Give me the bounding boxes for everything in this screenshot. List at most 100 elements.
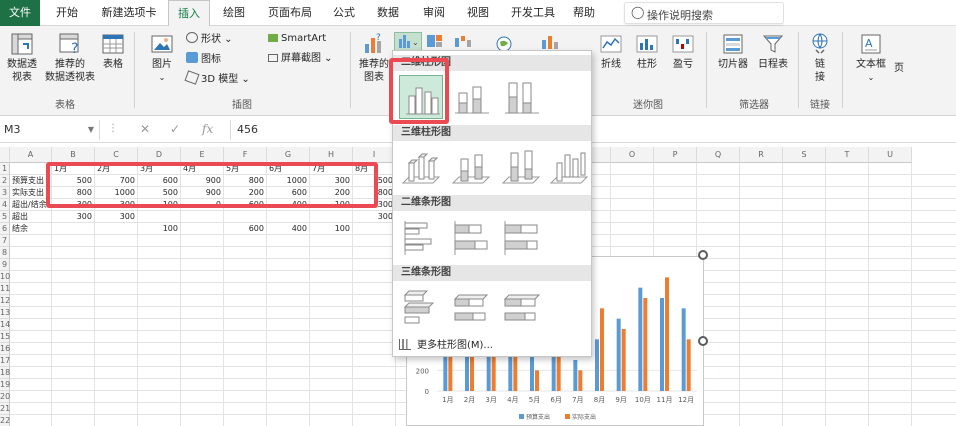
3d-stacked-bar-option[interactable]	[449, 285, 493, 329]
cell-g6[interactable]: 400	[267, 223, 310, 235]
3d-model-button[interactable]: 3D 模型 ⌄	[184, 70, 250, 87]
icons-button[interactable]: 图标	[186, 52, 221, 67]
textbox-button[interactable]: A 文本框 ⌄	[852, 32, 890, 84]
slicer-button[interactable]: 切片器	[714, 32, 752, 71]
cell-i5[interactable]: 300	[353, 211, 396, 223]
3d-100-stacked-bar-option[interactable]	[499, 285, 543, 329]
column-header-a[interactable]: A	[10, 147, 52, 163]
tab-data[interactable]: 数据	[370, 0, 406, 26]
header-footer-button[interactable]: 页	[892, 62, 906, 75]
3d-clustered-bar-option[interactable]	[399, 285, 443, 329]
more-icon[interactable]: ⋮	[108, 123, 118, 134]
column-header-o[interactable]: O	[611, 147, 654, 163]
link-button[interactable]: 链 接	[804, 32, 836, 84]
row-header-3[interactable]: 3	[0, 187, 10, 199]
picture-button[interactable]: 图片 ⌄	[144, 32, 180, 84]
row-header-9[interactable]: 9	[0, 259, 10, 271]
column-header-f[interactable]: F	[224, 147, 267, 163]
recommended-charts-button[interactable]: ? 推荐的 图表	[356, 32, 392, 84]
select-all-corner[interactable]	[0, 147, 10, 163]
tab-insert[interactable]: 插入	[168, 0, 210, 27]
tell-me-search[interactable]: ◯ 操作说明搜索	[624, 2, 784, 24]
row-header-17[interactable]: 17	[0, 355, 10, 367]
cell-a6[interactable]: 结余	[12, 223, 52, 235]
column-header-i[interactable]: I	[353, 147, 396, 163]
row-header-5[interactable]: 5	[0, 211, 10, 223]
clustered-bar-option[interactable]	[399, 215, 443, 259]
table-button[interactable]: 表格	[98, 32, 128, 71]
name-box[interactable]: M3 ▼	[0, 120, 100, 140]
row-header-19[interactable]: 19	[0, 379, 10, 391]
tab-view[interactable]: 视图	[460, 0, 496, 26]
row-header-11[interactable]: 11	[0, 283, 10, 295]
100-stacked-bar-option[interactable]	[499, 215, 543, 259]
cell-c5[interactable]: 300	[95, 211, 138, 223]
tab-help[interactable]: 帮助	[566, 0, 602, 26]
tab-formulas[interactable]: 公式	[326, 0, 362, 26]
formula-input[interactable]: 456	[230, 120, 956, 140]
column-header-r[interactable]: R	[740, 147, 783, 163]
row-header-4[interactable]: 4	[0, 199, 10, 211]
row-header-14[interactable]: 14	[0, 319, 10, 331]
pivot-table-button[interactable]: 数据透 视表	[2, 32, 42, 84]
row-header-10[interactable]: 10	[0, 271, 10, 283]
column-header-s[interactable]: S	[783, 147, 826, 163]
recommended-pivot-button[interactable]: ? 推荐的 数据透视表	[42, 32, 98, 84]
row-header-1[interactable]: 1	[0, 163, 10, 175]
shapes-button[interactable]: 形状 ⌄	[186, 32, 233, 47]
column-header-e[interactable]: E	[181, 147, 224, 163]
resize-handle[interactable]	[698, 250, 708, 260]
cell-d6[interactable]: 100	[138, 223, 181, 235]
column-header-g[interactable]: G	[267, 147, 310, 163]
column-header-d[interactable]: D	[138, 147, 181, 163]
tab-new-tab[interactable]: 新建选项卡	[96, 0, 162, 26]
insert-function-icon[interactable]: fx	[202, 122, 213, 136]
row-header-7[interactable]: 7	[0, 235, 10, 247]
sparkline-winloss-button[interactable]: 盈亏	[668, 32, 698, 71]
column-header-q[interactable]: Q	[697, 147, 740, 163]
cell-a5[interactable]: 超出	[12, 211, 52, 223]
tab-file[interactable]: 文件	[0, 0, 40, 26]
row-header-20[interactable]: 20	[0, 391, 10, 403]
column-header-t[interactable]: T	[826, 147, 869, 163]
100-stacked-column-option[interactable]	[499, 75, 543, 119]
3d-100-stacked-column-option[interactable]	[499, 145, 543, 189]
stacked-column-option[interactable]	[449, 75, 493, 119]
stacked-bar-option[interactable]	[449, 215, 493, 259]
column-header-u[interactable]: U	[869, 147, 912, 163]
row-header-12[interactable]: 12	[0, 295, 10, 307]
row-header-16[interactable]: 16	[0, 343, 10, 355]
sparkline-line-button[interactable]: 折线	[596, 32, 626, 71]
row-header-8[interactable]: 8	[0, 247, 10, 259]
tab-page-layout[interactable]: 页面布局	[262, 0, 318, 26]
column-header-h[interactable]: H	[310, 147, 353, 163]
column-chart-dropdown-button[interactable]: ⌄	[394, 32, 422, 52]
tab-home[interactable]: 开始	[50, 0, 84, 26]
waterfall-chart-button[interactable]	[452, 34, 478, 50]
timeline-button[interactable]: 日程表	[754, 32, 792, 71]
tab-review[interactable]: 审阅	[416, 0, 452, 26]
3d-stacked-column-option[interactable]	[449, 145, 493, 189]
tab-developer[interactable]: 开发工具	[506, 0, 560, 26]
3d-clustered-column-option[interactable]	[399, 145, 443, 189]
column-header-p[interactable]: P	[654, 147, 697, 163]
row-header-6[interactable]: 6	[0, 223, 10, 235]
tab-draw[interactable]: 绘图	[216, 0, 252, 26]
column-header-b[interactable]: B	[52, 147, 95, 163]
smartart-button[interactable]: SmartArt	[268, 32, 326, 46]
cell-f6[interactable]: 600	[224, 223, 267, 235]
resize-handle[interactable]	[698, 336, 708, 346]
enter-icon[interactable]: ✓	[170, 122, 180, 136]
3d-column-option[interactable]	[547, 145, 591, 189]
row-header-15[interactable]: 15	[0, 331, 10, 343]
sparkline-column-button[interactable]: 柱形	[632, 32, 662, 71]
row-header-18[interactable]: 18	[0, 367, 10, 379]
column-header-c[interactable]: C	[95, 147, 138, 163]
cancel-icon[interactable]: ✕	[140, 122, 150, 136]
cell-h6[interactable]: 100	[310, 223, 353, 235]
row-header-22[interactable]: 22	[0, 415, 10, 426]
cell-b5[interactable]: 300	[52, 211, 95, 223]
hierarchy-chart-button[interactable]	[424, 34, 450, 50]
screenshot-button[interactable]: 屏幕截图 ⌄	[268, 52, 333, 66]
row-header-2[interactable]: 2	[0, 175, 10, 187]
